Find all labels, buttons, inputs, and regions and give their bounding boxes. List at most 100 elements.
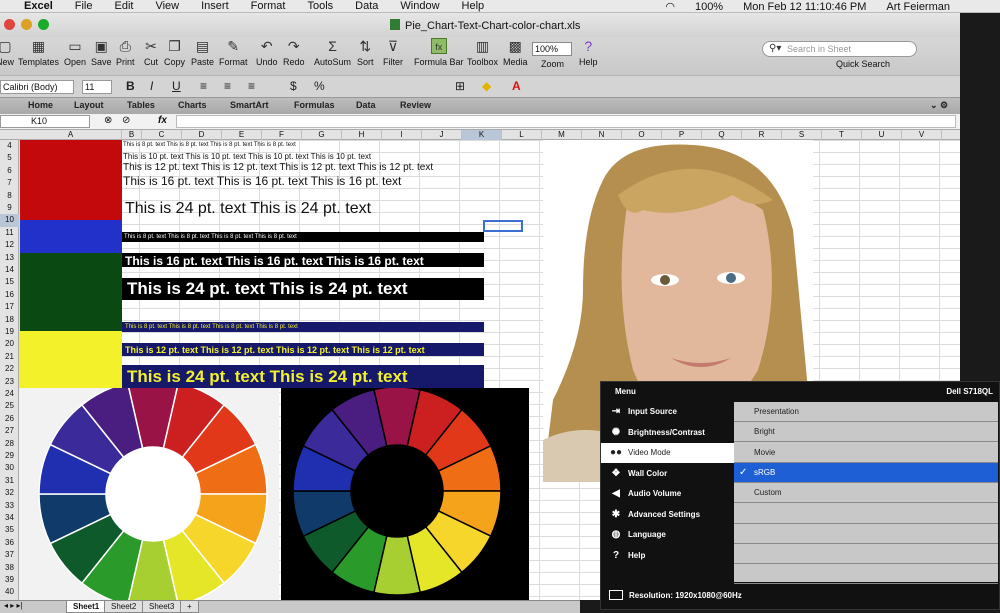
open-button[interactable]: ▭ Open xyxy=(64,38,86,67)
row-header-40[interactable]: 40 xyxy=(0,586,19,598)
row-header-25[interactable]: 25 xyxy=(0,400,19,412)
column-header-m[interactable]: M xyxy=(542,130,582,140)
tab-smartart[interactable]: SmartArt xyxy=(230,100,269,110)
user-name[interactable]: Art Feierman xyxy=(886,1,950,13)
row-header-9[interactable]: 9 xyxy=(0,202,19,214)
column-header-o[interactable]: O xyxy=(622,130,662,140)
menu-tools[interactable]: Tools xyxy=(307,0,333,12)
borders-icon[interactable]: ⊞ xyxy=(455,79,465,93)
format-painter-button[interactable]: ✎ Format xyxy=(219,38,248,67)
row-header-27[interactable]: 27 xyxy=(0,425,19,437)
osd-option-custom[interactable]: Custom xyxy=(734,483,998,504)
search-input[interactable]: ⚲▾ Search in Sheet xyxy=(762,41,917,57)
formula-bar-button[interactable]: fx Formula Bar xyxy=(414,38,464,67)
tab-home[interactable]: Home xyxy=(28,100,53,110)
row-header-35[interactable]: 35 xyxy=(0,524,19,536)
paste-button[interactable]: ▤ Paste xyxy=(191,38,214,67)
align-right-icon[interactable]: ≡ xyxy=(248,79,255,93)
save-button[interactable]: ▣ Save xyxy=(91,38,112,67)
osd-option-presentation[interactable]: Presentation xyxy=(734,402,998,422)
app-menu[interactable]: Excel xyxy=(24,0,53,12)
underline-button[interactable]: U xyxy=(172,79,181,93)
osd-option-srgb[interactable]: ✓ sRGB xyxy=(734,462,998,483)
selected-cell-k10[interactable] xyxy=(483,220,523,232)
row-header-14[interactable]: 14 xyxy=(0,264,19,276)
toolbox-button[interactable]: ▥ Toolbox xyxy=(467,38,498,67)
menu-insert[interactable]: Insert xyxy=(201,0,229,12)
row-header-15[interactable]: 15 xyxy=(0,276,19,288)
row-header-28[interactable]: 28 xyxy=(0,438,19,450)
formula-input[interactable] xyxy=(176,115,956,128)
column-header-u[interactable]: U xyxy=(862,130,902,140)
zoom-window-button[interactable] xyxy=(38,19,49,30)
osd-item-language[interactable]: ◍ Language xyxy=(601,525,734,545)
column-header-v[interactable]: V xyxy=(902,130,942,140)
font-color-icon[interactable]: A xyxy=(512,79,521,93)
row-header-30[interactable]: 30 xyxy=(0,462,19,474)
wifi-icon[interactable]: ◠ xyxy=(665,0,675,13)
row-header-20[interactable]: 20 xyxy=(0,338,19,350)
name-box[interactable]: K10 xyxy=(0,115,90,128)
menu-file[interactable]: File xyxy=(75,0,93,12)
osd-item-video-mode[interactable]: ●● Video Mode xyxy=(601,443,734,463)
media-button[interactable]: ▩ Media xyxy=(503,38,528,67)
print-button[interactable]: ⎙ Print xyxy=(116,38,135,67)
color-wheel-white-center[interactable] xyxy=(19,379,279,609)
column-header-k[interactable]: K xyxy=(462,130,502,140)
column-header-h[interactable]: H xyxy=(342,130,382,140)
column-header-d[interactable]: D xyxy=(182,130,222,140)
row-header-4[interactable]: 4 xyxy=(0,140,19,152)
clock[interactable]: Mon Feb 12 11:10:46 PM xyxy=(743,1,866,13)
menu-window[interactable]: Window xyxy=(400,0,439,12)
column-header-i[interactable]: I xyxy=(382,130,422,140)
tab-charts[interactable]: Charts xyxy=(178,100,207,110)
row-header-23[interactable]: 23 xyxy=(0,376,19,388)
percent-button[interactable]: % xyxy=(314,79,325,93)
sheet-nav-icon[interactable]: ◂ ▸ ▸| xyxy=(4,601,23,610)
close-window-button[interactable] xyxy=(4,19,15,30)
battery-level[interactable]: 100% xyxy=(695,1,723,13)
tab-review[interactable]: Review xyxy=(400,100,431,110)
row-header-7[interactable]: 7 xyxy=(0,177,19,189)
menu-data[interactable]: Data xyxy=(355,0,378,12)
column-header-f[interactable]: F xyxy=(262,130,302,140)
sheet-tab-3[interactable]: Sheet3 xyxy=(142,601,182,613)
row-header-24[interactable]: 24 xyxy=(0,388,19,400)
minimize-window-button[interactable] xyxy=(21,19,32,30)
column-header-e[interactable]: E xyxy=(222,130,262,140)
row-header-31[interactable]: 31 xyxy=(0,475,19,487)
collapse-ribbon-icon[interactable]: ⌄ ⚙ xyxy=(930,100,948,111)
new-button[interactable]: ▢New xyxy=(0,38,14,67)
row-header-34[interactable]: 34 xyxy=(0,512,19,524)
row-header-36[interactable]: 36 xyxy=(0,537,19,549)
italic-button[interactable]: I xyxy=(150,79,153,93)
menu-edit[interactable]: Edit xyxy=(114,0,133,12)
row-header-10[interactable]: 10 xyxy=(0,214,19,227)
redo-button[interactable]: ↷ Redo xyxy=(283,38,305,67)
osd-item-wall-color[interactable]: ❖ Wall Color xyxy=(601,464,734,484)
row-header-26[interactable]: 26 xyxy=(0,413,19,425)
column-header-n[interactable]: N xyxy=(582,130,622,140)
row-header-6[interactable]: 6 xyxy=(0,165,19,177)
row-header-5[interactable]: 5 xyxy=(0,152,19,164)
help-button[interactable]: ? Help xyxy=(579,38,598,67)
filter-button[interactable]: ⊽ Filter xyxy=(383,38,403,67)
templates-button[interactable]: ▦ Templates xyxy=(18,38,59,67)
copy-button[interactable]: ❐ Copy xyxy=(164,38,185,67)
align-left-icon[interactable]: ≡ xyxy=(200,79,207,93)
tab-formulas[interactable]: Formulas xyxy=(294,100,335,110)
osd-item-brightness-contrast[interactable]: ✺ Brightness/Contrast xyxy=(601,423,734,443)
sheet-tab-1[interactable]: Sheet1 xyxy=(66,601,107,613)
row-header-22[interactable]: 22 xyxy=(0,363,19,375)
row-header-8[interactable]: 8 xyxy=(0,190,19,202)
menu-view[interactable]: View xyxy=(155,0,179,12)
column-header-p[interactable]: P xyxy=(662,130,702,140)
row-header-39[interactable]: 39 xyxy=(0,574,19,586)
osd-option-bright[interactable]: Bright xyxy=(734,422,998,443)
cut-button[interactable]: ✂ Cut xyxy=(143,38,159,67)
menu-help[interactable]: Help xyxy=(462,0,485,12)
column-header-t[interactable]: T xyxy=(822,130,862,140)
row-header-37[interactable]: 37 xyxy=(0,549,19,561)
column-header-a[interactable]: A xyxy=(20,130,122,140)
menu-format[interactable]: Format xyxy=(251,0,286,12)
